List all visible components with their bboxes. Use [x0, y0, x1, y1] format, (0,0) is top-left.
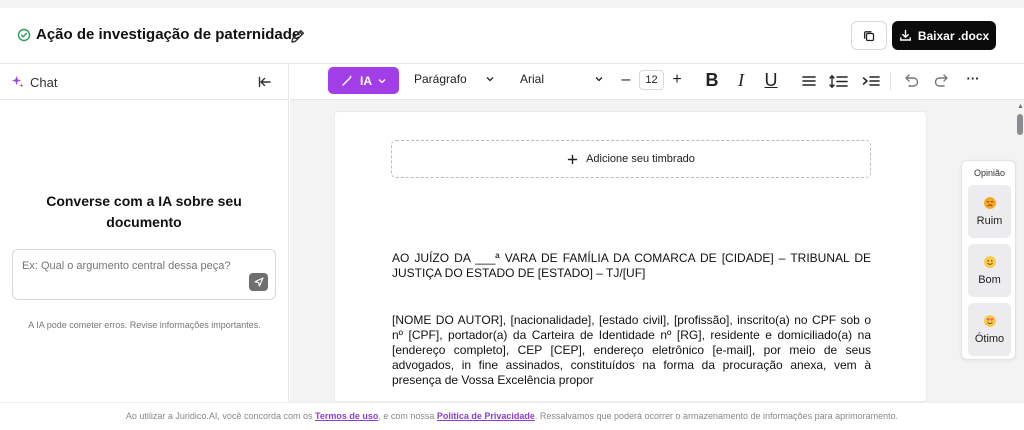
chat-input-box	[12, 249, 276, 300]
add-letterhead-button[interactable]: Adicione seu timbrado	[391, 140, 871, 178]
copy-icon	[863, 30, 875, 41]
footer-text-after: . Ressalvamos que poderá ocorrer o armaz…	[534, 411, 899, 421]
chat-tab-label: Chat	[30, 75, 58, 90]
more-options-button[interactable]: ···	[964, 68, 982, 90]
feedback-title: Opinião	[973, 168, 1006, 178]
document-paragraph[interactable]: AO JUÍZO DA ___ª VARA DE FAMÍLIA DA COMA…	[392, 251, 871, 281]
privacy-policy-link[interactable]: Política de Privacidade	[437, 411, 535, 421]
send-button[interactable]	[249, 273, 268, 291]
ia-button[interactable]: IA	[328, 67, 399, 94]
redo-icon[interactable]	[933, 73, 949, 88]
heart-eyes-face-icon	[983, 314, 996, 327]
download-button-label: Baixar .docx	[917, 28, 990, 43]
scroll-up-arrow[interactable]: ▲	[1017, 103, 1024, 110]
chat-sidebar: Chat Converse com a IA sobre seu documen…	[0, 64, 289, 402]
chat-tab[interactable]: Chat	[0, 64, 289, 100]
collapse-sidebar-icon[interactable]	[258, 75, 272, 89]
magic-wand-icon	[342, 75, 353, 86]
copy-button[interactable]	[851, 21, 887, 50]
undo-icon[interactable]	[904, 73, 920, 88]
smiling-face-icon	[983, 255, 996, 268]
bold-button[interactable]: B	[703, 69, 721, 91]
paragraph-style-select[interactable]: Parágrafo	[414, 72, 495, 86]
feedback-bom-button[interactable]: Bom	[968, 244, 1011, 297]
align-justify-icon[interactable]	[801, 74, 817, 88]
ia-button-label: IA	[360, 73, 372, 88]
edit-title-icon[interactable]	[289, 27, 307, 45]
feedback-otimo-button[interactable]: Ótimo	[968, 303, 1011, 356]
plus-icon	[567, 154, 578, 164]
chevron-down-icon	[378, 78, 386, 83]
feedback-ruim-label: Ruim	[976, 214, 1003, 227]
chat-input[interactable]	[22, 260, 250, 272]
document-page: Adicione seu timbrado AO JUÍZO DA ___ª V…	[334, 111, 927, 402]
top-strip	[0, 0, 1024, 8]
line-spacing-icon[interactable]	[829, 74, 849, 89]
feedback-panel: Opinião Ruim Bom Ótimo	[961, 160, 1016, 360]
toolbar-divider	[890, 72, 891, 90]
document-header: Ação de investigação de paternidade Baix…	[0, 8, 1024, 64]
document-canvas: Adicione seu timbrado AO JUÍZO DA ___ª V…	[290, 100, 1024, 402]
document-paragraph[interactable]: [NOME DO AUTOR], [nacionalidade], [estad…	[392, 313, 871, 388]
chat-heading: Converse com a IA sobre seu documento	[46, 193, 242, 230]
unamused-face-icon	[983, 196, 996, 209]
download-icon	[899, 29, 911, 41]
document-title: Ação de investigação de paternidade	[36, 26, 301, 43]
ai-disclaimer: A IA pode cometer erros. Revise informaç…	[28, 320, 261, 330]
sparkle-icon	[12, 76, 24, 88]
feedback-ruim-button[interactable]: Ruim	[968, 185, 1011, 238]
decrease-font-size-button[interactable]: –	[619, 69, 633, 91]
consent-footer: Ao utilizar a Juridico.AI, você concorda…	[0, 402, 1024, 429]
footer-text-before: Ao utilizar a Juridico.AI, você concorda…	[125, 411, 315, 421]
feedback-bom-label: Bom	[978, 273, 1001, 286]
chevron-down-icon	[595, 77, 603, 82]
footer-text-middle: , e com nossa	[378, 411, 437, 421]
chevron-down-icon	[486, 77, 494, 82]
feedback-otimo-label: Ótimo	[974, 332, 1005, 345]
italic-button[interactable]: I	[732, 69, 750, 91]
font-size-field[interactable]: 12	[639, 70, 664, 90]
terms-of-use-link[interactable]: Termos de uso	[315, 411, 378, 421]
add-letterhead-label: Adicione seu timbrado	[586, 153, 695, 165]
editor-toolbar: IA Parágrafo Arial – 12 + B I U ···	[290, 64, 1024, 100]
underline-button[interactable]: U	[762, 69, 780, 91]
font-family-value: Arial	[520, 72, 545, 86]
indent-icon[interactable]	[862, 74, 880, 88]
paragraph-style-value: Parágrafo	[414, 72, 467, 86]
check-circle-icon	[17, 28, 31, 42]
scrollbar-thumb[interactable]	[1017, 114, 1023, 135]
send-icon	[253, 277, 264, 287]
increase-font-size-button[interactable]: +	[670, 69, 684, 91]
download-docx-button[interactable]: Baixar .docx	[892, 21, 996, 50]
font-family-select[interactable]: Arial	[520, 72, 604, 86]
